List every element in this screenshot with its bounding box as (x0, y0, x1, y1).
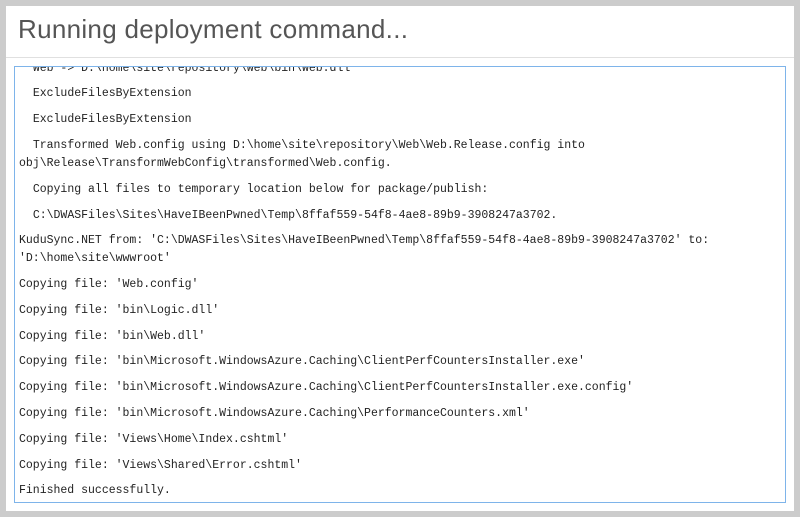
blank-line (19, 449, 781, 457)
log-line: C:\DWASFiles\Sites\HaveIBeenPwned\Temp\8… (19, 207, 781, 225)
log-line: Copying file: 'bin\Microsoft.WindowsAzur… (19, 379, 781, 397)
blank-line (19, 294, 781, 302)
blank-line (19, 320, 781, 328)
log-line: KuduSync.NET from: 'C:\DWASFiles\Sites\H… (19, 232, 781, 268)
page-title: Running deployment command... (18, 14, 782, 45)
log-line: Copying file: 'Views\Shared\Error.cshtml… (19, 457, 781, 475)
blank-line (19, 199, 781, 207)
log-line: Copying all files to temporary location … (19, 181, 781, 199)
log-line: Finished successfully. (19, 482, 781, 500)
blank-line (19, 77, 781, 85)
log-line: Web -> D:\home\site\repository\Web\bin\W… (19, 66, 781, 77)
blank-line (19, 371, 781, 379)
log-line: Copying file: 'Views\Home\Index.cshtml' (19, 431, 781, 449)
window-header: Running deployment command... (6, 6, 794, 58)
blank-line (19, 397, 781, 405)
log-line: Transformed Web.config using D:\home\sit… (19, 137, 781, 173)
log-line: Copying file: 'bin\Microsoft.WindowsAzur… (19, 353, 781, 371)
deployment-window: Running deployment command... installing… (5, 5, 795, 512)
blank-line (19, 173, 781, 181)
blank-line (19, 103, 781, 111)
log-line: ExcludeFilesByExtension (19, 111, 781, 129)
deployment-log-console[interactable]: installing the appropriate .NET Framewor… (14, 66, 786, 503)
blank-line (19, 224, 781, 232)
blank-line (19, 268, 781, 276)
blank-line (19, 474, 781, 482)
log-line: Copying file: 'bin\Logic.dll' (19, 302, 781, 320)
log-line: Copying file: 'Web.config' (19, 276, 781, 294)
blank-line (19, 345, 781, 353)
blank-line (19, 129, 781, 137)
log-line: Copying file: 'bin\Microsoft.WindowsAzur… (19, 405, 781, 423)
blank-line (19, 423, 781, 431)
log-line: Copying file: 'bin\Web.dll' (19, 328, 781, 346)
console-wrapper: installing the appropriate .NET Framewor… (6, 58, 794, 511)
log-line: ExcludeFilesByExtension (19, 85, 781, 103)
